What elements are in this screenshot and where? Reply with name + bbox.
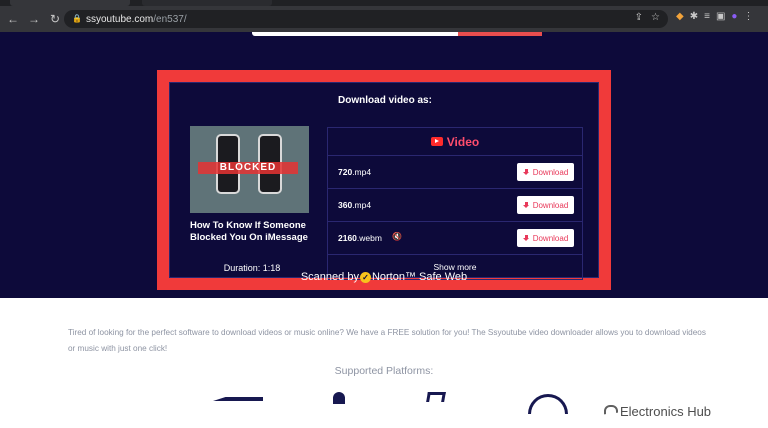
thumbnail-overlay-text: BLOCKED xyxy=(198,162,298,174)
highlight-frame: Download video as: BLOCKED How To Know I… xyxy=(157,70,611,290)
sidepanel-icon[interactable]: ▣ xyxy=(716,11,725,22)
muted-speaker-icon: 🔇 xyxy=(392,232,402,241)
browser-toolbar: ← → ↻ 🔒 ssyoutube.com/en537/ ⇪ ☆ ◆ ✱ ≡ ▣… xyxy=(0,6,768,32)
format-row: 720.mp4 Download xyxy=(328,156,582,189)
format-resolution: 360 xyxy=(338,200,353,210)
download-panel: Download video as: BLOCKED How To Know I… xyxy=(169,82,599,280)
format-resolution: 2160 xyxy=(338,233,357,243)
media-icon[interactable]: ≡ xyxy=(704,11,710,22)
format-resolution: 720 xyxy=(338,167,353,177)
tab-video[interactable]: Video xyxy=(328,128,582,156)
norton-badge[interactable]: Scanned by ✓ Norton™ Safe Web xyxy=(0,271,768,283)
download-button-label: Download xyxy=(532,167,569,177)
search-submit-button[interactable] xyxy=(458,32,542,36)
format-row: 2160.webm 🔇 Download xyxy=(328,222,582,255)
url-path: /en537/ xyxy=(153,13,187,25)
video-thumbnail[interactable]: BLOCKED xyxy=(190,126,309,213)
extension-icons: ◆ ✱ ≡ ▣ ● ⋮ xyxy=(676,11,753,22)
scanned-by-text: Scanned by xyxy=(300,271,359,283)
puzzle-icon[interactable]: ✱ xyxy=(690,11,698,22)
youtube-icon xyxy=(430,137,443,146)
url-text[interactable]: ssyoutube.com/en537/ xyxy=(86,14,187,25)
back-icon[interactable]: ← xyxy=(5,11,21,27)
watermark: Electronics Hub xyxy=(602,404,711,419)
supported-platforms-heading: Supported Platforms: xyxy=(334,365,434,377)
format-table: Video 720.mp4 Download 360.mp4 Download xyxy=(327,127,583,280)
format-ext: .mp4 xyxy=(352,167,372,177)
forward-icon[interactable]: → xyxy=(26,11,42,27)
download-icon xyxy=(522,234,530,242)
download-button-label: Download xyxy=(532,200,569,210)
norton-check-icon: ✓ xyxy=(359,271,371,283)
omnibox-actions: ⇪ ☆ xyxy=(635,12,660,23)
platform-logo[interactable] xyxy=(426,392,446,402)
reload-icon[interactable]: ↻ xyxy=(47,11,63,27)
url-host: ssyoutube.com xyxy=(86,13,154,25)
extension-icon[interactable]: ◆ xyxy=(676,11,684,22)
download-button[interactable]: Download xyxy=(517,196,574,214)
format-ext: .webm xyxy=(356,233,382,243)
format-label: 720.mp4 xyxy=(338,167,371,177)
download-button[interactable]: Download xyxy=(517,163,574,181)
bookmark-star-icon[interactable]: ☆ xyxy=(651,12,660,23)
watermark-text: Electronics Hub xyxy=(620,404,712,419)
share-icon[interactable]: ⇪ xyxy=(635,12,643,23)
download-icon xyxy=(522,201,530,209)
tab-video-label: Video xyxy=(446,134,480,149)
format-label: 2160.webm xyxy=(338,233,382,243)
hero-section: Download video as: BLOCKED How To Know I… xyxy=(0,32,768,298)
address-bar[interactable]: 🔒 ssyoutube.com/en537/ ⇪ ☆ xyxy=(64,10,668,28)
panel-title: Download video as: xyxy=(338,95,432,106)
intro-paragraph: Tired of looking for the perfect softwar… xyxy=(68,328,706,353)
platform-logo[interactable] xyxy=(213,397,263,401)
format-label: 360.mp4 xyxy=(338,200,371,210)
download-button[interactable]: Download xyxy=(517,229,574,247)
format-ext: .mp4 xyxy=(352,200,372,210)
lock-icon[interactable]: 🔒 xyxy=(72,14,82,24)
platform-logos xyxy=(0,392,768,414)
download-button-label: Download xyxy=(532,233,569,243)
format-row: 360.mp4 Download xyxy=(328,189,582,222)
norton-brand: Norton™ Safe Web xyxy=(371,271,468,283)
profile-icon[interactable]: ● xyxy=(731,11,737,22)
url-input-bar[interactable] xyxy=(252,32,542,36)
menu-icon[interactable]: ⋮ xyxy=(743,11,753,22)
electronics-hub-logo-icon xyxy=(602,405,616,419)
video-title: How To Know If Someone Blocked You On iM… xyxy=(190,220,308,243)
download-icon xyxy=(522,168,530,176)
platform-logo[interactable] xyxy=(333,392,345,404)
platform-logo[interactable] xyxy=(528,394,568,414)
